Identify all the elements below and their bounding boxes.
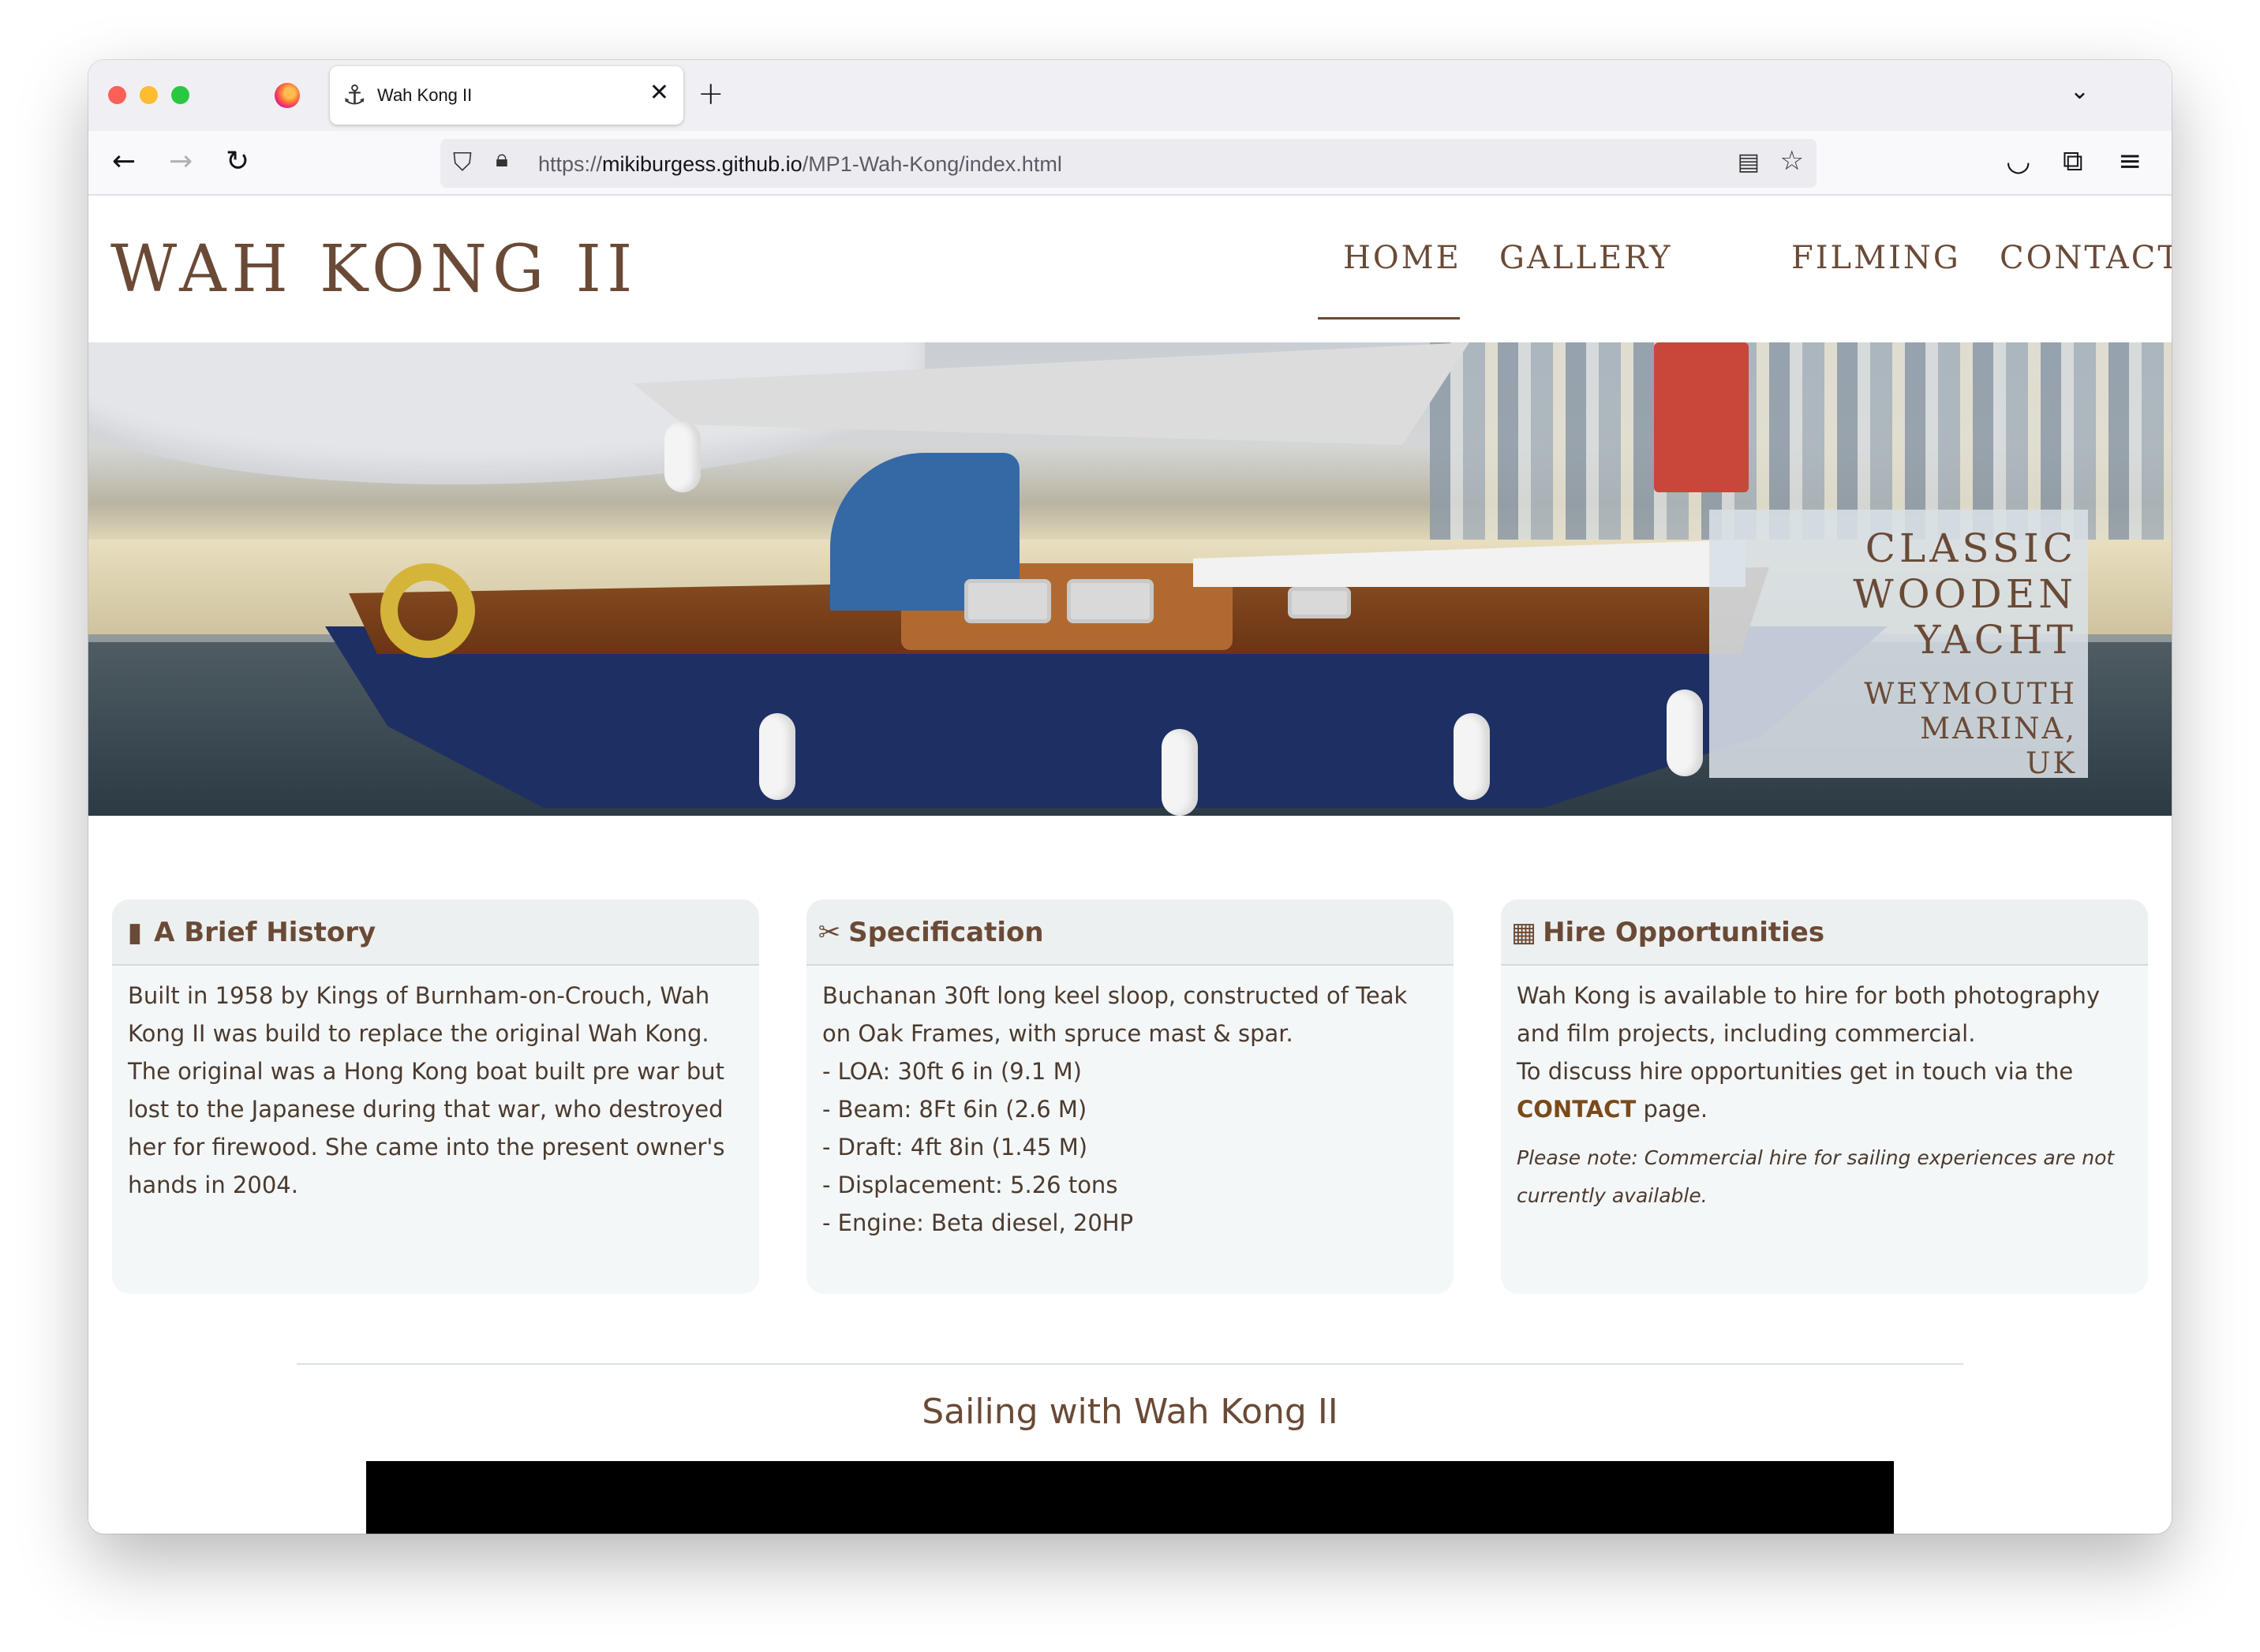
card-line: Wah Kong is available to hire for both p…	[1517, 982, 2101, 1009]
close-tab-icon[interactable]: ✕	[649, 79, 669, 107]
bookmark-star-icon[interactable]: ☆	[1780, 145, 1804, 177]
hamburger-menu-icon[interactable]: ≡	[2118, 144, 2142, 180]
browser-window: ⚓ Wah Kong II ✕ + ⌄ ← → ↻ ⛉ 🔒︎ https://m…	[88, 60, 2172, 1534]
card-line: Buchanan 30ft long keel sloop, construct…	[822, 982, 1408, 1009]
tab-active[interactable]: ⚓ Wah Kong II ✕	[330, 66, 683, 125]
tab-title: Wah Kong II	[377, 85, 473, 105]
nav-filming[interactable]: FILMING	[1791, 240, 1961, 276]
note-line: currently available.	[1517, 1184, 1708, 1207]
card-line: - Engine: Beta diesel, 20HP	[822, 1209, 1134, 1236]
tools-icon: ✂	[818, 917, 841, 948]
anchor-icon: ⚓	[342, 80, 367, 111]
card-line: on Oak Frames, with spruce mast & spar.	[822, 1020, 1293, 1047]
card-line: her for firewood. She came into the pres…	[128, 1134, 725, 1161]
url-path: /MP1-Wah-Kong/index.html	[802, 152, 1062, 176]
book-icon: ▮	[127, 917, 143, 948]
web-page: WAH KONG II HOME GALLERY FILMING CONTACT	[88, 196, 2172, 1534]
nav-gallery[interactable]: GALLERY	[1499, 240, 1672, 276]
hire-card: ▦ Hire Opportunities Wah Kong is availab…	[1501, 899, 2148, 1294]
card-body: Wah Kong is available to hire for both p…	[1501, 966, 2148, 1215]
link-suffix: page.	[1636, 1096, 1708, 1123]
card-line: - Beam: 8Ft 6in (2.6 M)	[822, 1096, 1087, 1123]
hero-fender	[664, 421, 701, 492]
card-line: The original was a Hong Kong boat built …	[128, 1058, 724, 1085]
card-title: Specification	[848, 917, 1044, 948]
card-line: lost to the Japanese during that war, wh…	[128, 1096, 724, 1123]
card-header: ✂ Specification	[806, 899, 1454, 966]
hero-porthole	[1067, 579, 1154, 623]
card-body: Built in 1958 by Kings of Burnham-on-Cro…	[112, 966, 759, 1204]
hero-lifebuoy-station	[1654, 342, 1749, 492]
contact-link[interactable]: CONTACT	[1517, 1096, 1636, 1123]
card-body: Buchanan 30ft long keel sloop, construct…	[806, 966, 1454, 1242]
card-line: Kong II was build to replace the origina…	[128, 1020, 709, 1047]
nav-contact[interactable]: CONTACT	[2000, 240, 2172, 276]
pocket-icon[interactable]: ◡	[2006, 144, 2030, 180]
hero-fender	[1667, 690, 1703, 776]
card-line: - Draft: 4ft 8in (1.45 M)	[822, 1134, 1088, 1161]
hero-caption-title: CLASSIC WOODEN YACHT	[1709, 525, 2077, 663]
caption-line: WEYMOUTH MARINA,	[1864, 677, 2077, 746]
url-bar[interactable]: ⛉ 🔒︎ https://mikiburgess.github.io/MP1-W…	[440, 139, 1817, 188]
close-window-button[interactable]	[108, 86, 126, 104]
section-divider	[297, 1363, 1963, 1365]
section-title: Sailing with Wah Kong II	[922, 1392, 1338, 1432]
card-line: Built in 1958 by Kings of Burnham-on-Cro…	[128, 982, 710, 1009]
card-title: A Brief History	[154, 917, 376, 948]
lock-icon[interactable]: 🔒︎	[496, 145, 508, 173]
card-line: CONTACT page.	[1517, 1090, 2132, 1128]
card-line: To discuss hire opportunities get in tou…	[1517, 1058, 2074, 1085]
hero-fender	[1454, 713, 1490, 800]
url-text[interactable]: https://mikiburgess.github.io/MP1-Wah-Ko…	[538, 152, 1062, 177]
hero-caption-subtitle: WEYMOUTH MARINA, UK	[1709, 677, 2077, 781]
history-card: ▮ A Brief History Built in 1958 by Kings…	[112, 899, 759, 1294]
card-line: hands in 2004.	[128, 1172, 298, 1198]
navigation-toolbar: ← → ↻ ⛉ 🔒︎ https://mikiburgess.github.io…	[88, 131, 2172, 196]
firefox-icon[interactable]	[275, 83, 300, 108]
card-line: - Displacement: 5.26 tons	[822, 1172, 1118, 1198]
reader-view-icon[interactable]: ▤	[1738, 148, 1760, 176]
back-button[interactable]: ←	[112, 144, 136, 180]
hero-caption: CLASSIC WOODEN YACHT WEYMOUTH MARINA, UK	[1709, 510, 2088, 781]
hero-image: CLASSIC WOODEN YACHT WEYMOUTH MARINA, UK	[88, 342, 2172, 816]
hire-note: Please note: Commercial hire for sailing…	[1517, 1139, 2132, 1215]
hero-fender	[759, 713, 795, 800]
card-line: and film projects, including commercial.	[1517, 1020, 1976, 1047]
caption-line: YACHT	[1914, 617, 2077, 663]
note-line: Please note: Commercial hire for sailing…	[1517, 1146, 2115, 1169]
card-title: Hire Opportunities	[1543, 917, 1825, 948]
shield-icon[interactable]: ⛉	[453, 147, 472, 178]
extensions-icon[interactable]: ⧉	[2063, 144, 2083, 180]
site-brand[interactable]: WAH KONG II	[110, 232, 638, 307]
caption-line: WOODEN	[1853, 571, 2077, 617]
new-tab-button[interactable]: +	[698, 76, 724, 112]
hero-porthole	[964, 579, 1051, 623]
chevron-down-icon[interactable]: ⌄	[2070, 77, 2090, 105]
card-header: ▦ Hire Opportunities	[1501, 899, 2148, 966]
reload-button[interactable]: ↻	[226, 144, 249, 180]
caption-line: CLASSIC	[1865, 525, 2077, 571]
active-nav-indicator	[1318, 317, 1460, 320]
card-line: - LOA: 30ft 6 in (9.1 M)	[822, 1058, 1082, 1085]
specification-card: ✂ Specification Buchanan 30ft long keel …	[806, 899, 1454, 1294]
calendar-icon: ▦	[1510, 917, 1537, 948]
nav-home[interactable]: HOME	[1343, 240, 1461, 276]
url-prefix: https://	[538, 152, 603, 176]
caption-line: UK	[2026, 746, 2077, 780]
video-player[interactable]	[366, 1461, 1894, 1534]
minimize-window-button[interactable]	[140, 86, 158, 104]
tab-bar: ⚓ Wah Kong II ✕ + ⌄	[88, 60, 2172, 131]
card-header: ▮ A Brief History	[112, 899, 759, 966]
hero-porthole	[1288, 587, 1351, 619]
url-host: mikiburgess.github.io	[602, 152, 803, 176]
zoom-window-button[interactable]	[171, 86, 189, 104]
hero-fender	[1162, 729, 1198, 816]
hero-lifebuoy	[380, 563, 475, 658]
forward-button[interactable]: →	[169, 144, 193, 180]
